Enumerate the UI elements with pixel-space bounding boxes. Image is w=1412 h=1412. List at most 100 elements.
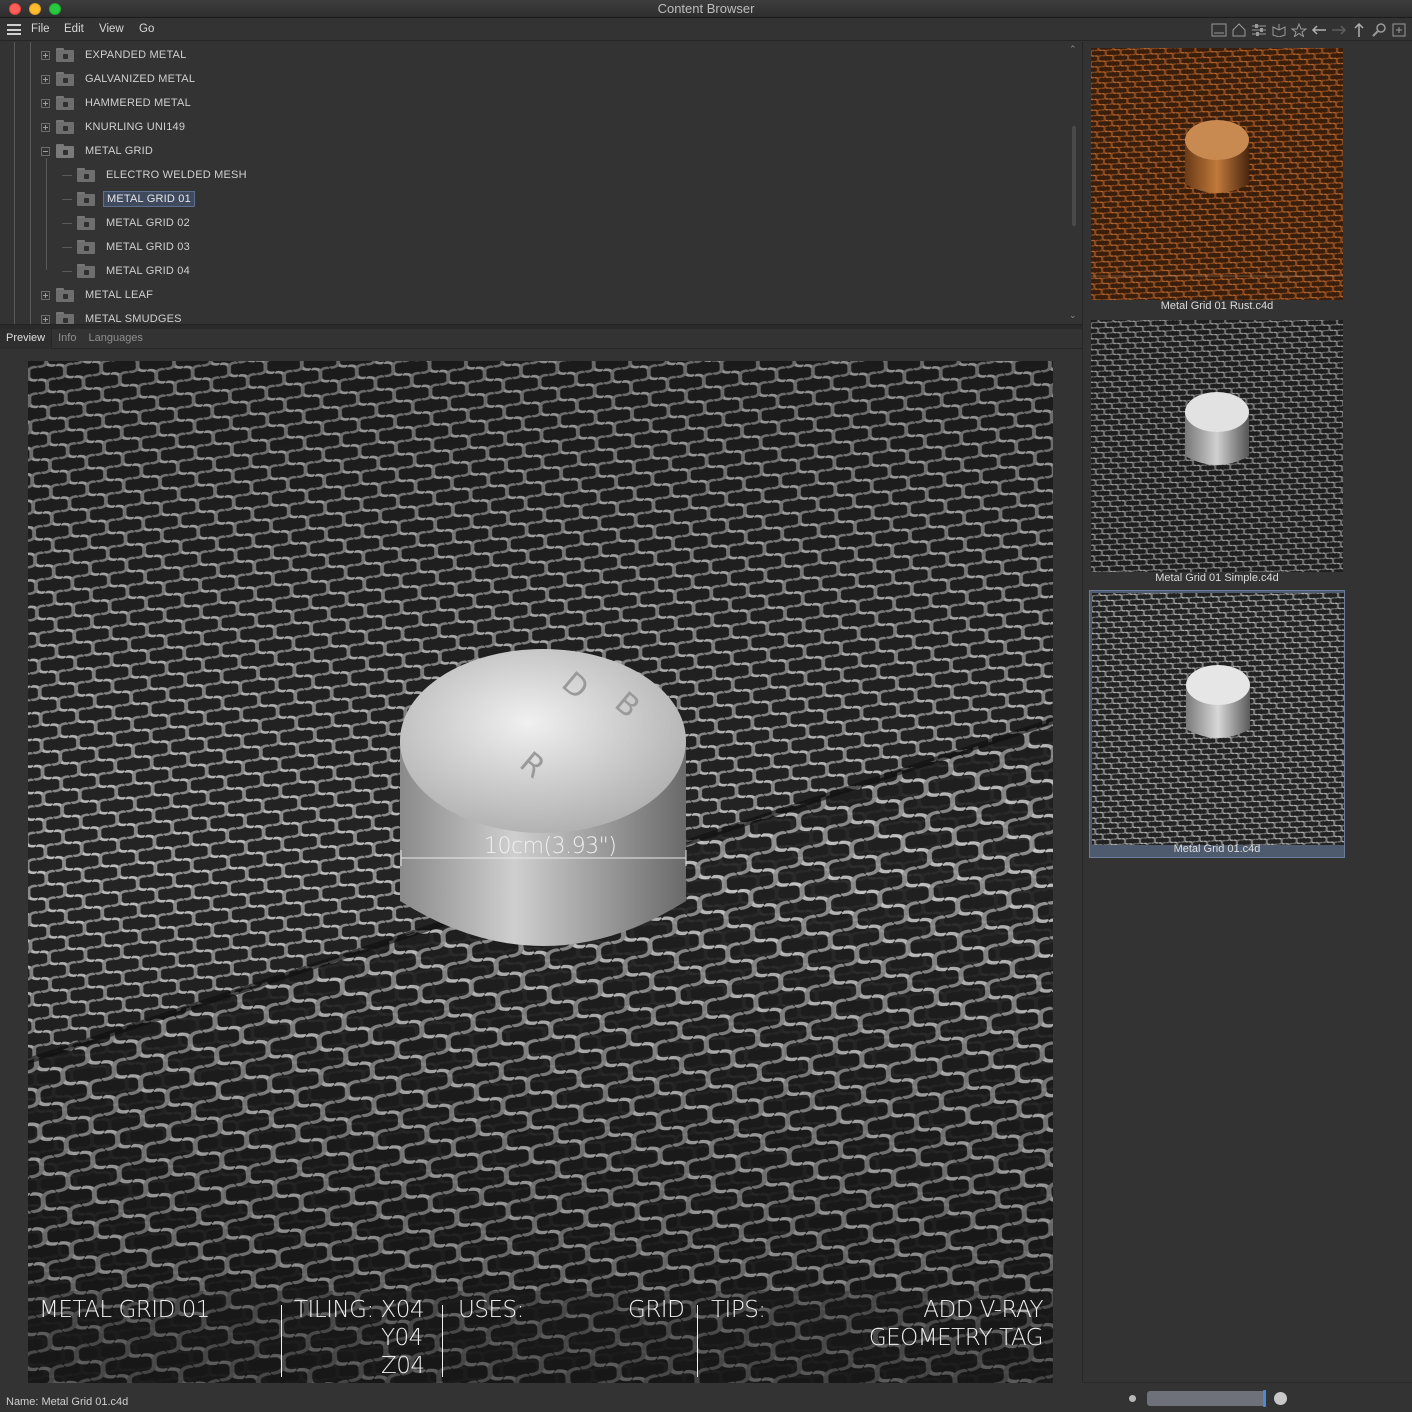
tree-item-label: HAMMERED METAL [85,97,191,109]
up-arrow-icon[interactable] [1350,21,1368,39]
zoom-slider[interactable] [1147,1391,1265,1406]
tree-item[interactable]: HAMMERED METAL [41,93,194,113]
tree-item-label: GALVANIZED METAL [85,73,196,85]
folder-icon [56,72,74,86]
folder-icon [56,312,74,324]
scroll-down-icon[interactable]: ⌄ [1069,310,1077,321]
thumbnail-item-selected[interactable]: Metal Grid 01.c4d [1089,590,1345,858]
caption-divider [697,1305,698,1377]
tree-branch [62,270,72,272]
tree-item-label: METAL SMUDGES [85,313,182,324]
tree-item-label: ELECTRO WELDED MESH [106,169,247,181]
tiling-x: TILING: X04 [294,1297,425,1323]
uses-value: GRID [628,1297,685,1323]
tab-info[interactable]: Info [52,329,82,349]
tree-branch [62,246,72,248]
menu-go[interactable]: Go [139,23,154,35]
layout-icon[interactable] [1210,21,1228,39]
tree-item[interactable]: KNURLING UNI149 [41,117,188,137]
zoom-in-icon[interactable] [1274,1392,1287,1405]
material-info-overlay: METAL GRID 01 TILING: X04 Y04 Z04 USES: … [28,1291,1053,1383]
status-name-line: Name: Metal Grid 01.c4d [0,1393,1082,1412]
uses-label: USES: [458,1297,524,1323]
tree-branch [62,222,72,224]
tree-scrollbar[interactable]: ⌃ ⌄ [1066,42,1082,324]
material-name: METAL GRID 01 [39,1297,210,1323]
metal-grid-thumb-render [1092,593,1344,845]
simple-grid-render [1091,320,1343,572]
tree-item-label: METAL GRID 02 [106,217,190,229]
search-icon[interactable] [1370,21,1388,39]
expand-icon[interactable] [41,122,50,132]
thumbnail-zoom-bar [1082,1382,1412,1412]
tree-item[interactable]: METAL GRID 02 [62,213,193,233]
hamburger-menu-icon[interactable] [7,24,21,35]
tree-item-label: METAL GRID [85,145,154,157]
menu-edit[interactable]: Edit [64,23,84,35]
tree-item-label: METAL GRID 04 [106,265,190,277]
zoom-out-icon[interactable] [1129,1395,1136,1402]
tree-guide-line [30,42,31,324]
tree-item-label: METAL LEAF [85,289,154,301]
tree-item-label: METAL GRID 03 [106,241,190,253]
folder-icon [77,192,95,206]
thumbnail-item[interactable]: Metal Grid 01 Simple.c4d [1089,318,1345,586]
expand-icon[interactable] [41,98,50,108]
library-icon[interactable] [1270,21,1288,39]
tree-item[interactable]: METAL SMUDGES [41,309,185,324]
scroll-thumb[interactable] [1072,126,1076,226]
tree-item-selected[interactable]: METAL GRID 01 [62,189,195,209]
title-bar: Content Browser [0,0,1412,18]
thumbnail-image [1091,320,1343,572]
rust-grid-render [1091,48,1343,300]
thumbnail-browser: Metal Grid 01 Rust.c4d Metal Grid 01 Sim… [1082,42,1412,1382]
tiling-y: Y04 [381,1325,423,1351]
tree-item[interactable]: METAL GRID 03 [62,237,193,257]
tiling-z: Z04 [381,1353,425,1379]
metal-grid-render: B D R [28,361,1053,1383]
expand-icon[interactable] [41,290,50,300]
folder-icon [56,120,74,134]
thumbnail-item[interactable]: Metal Grid 01 Rust.c4d [1089,46,1345,314]
tree-item[interactable]: METAL GRID [41,141,156,161]
tree-item[interactable]: GALVANIZED METAL [41,69,198,89]
expand-icon[interactable] [41,74,50,84]
menu-view[interactable]: View [99,23,124,35]
thumbnail-label: Metal Grid 01 Simple.c4d [1155,572,1279,584]
open-folder-icon [56,144,74,158]
star-icon[interactable] [1290,21,1308,39]
tree-item[interactable]: ELECTRO WELDED MESH [62,165,250,185]
forward-arrow-icon[interactable] [1330,21,1348,39]
home-icon[interactable] [1230,21,1248,39]
collapse-icon[interactable] [41,146,50,156]
expand-icon[interactable] [41,50,50,60]
preview-panel: B D R 10cm(3.93") METAL GRID 01 TILING: … [0,350,1082,1393]
thumbnail-image [1091,48,1343,300]
tree-item[interactable]: EXPANDED METAL [41,45,189,65]
tree-item-label: EXPANDED METAL [85,49,187,61]
caption-divider [281,1305,282,1377]
folder-icon [77,240,95,254]
folder-icon [77,264,95,278]
zoom-slider-handle[interactable] [1263,1390,1266,1407]
caption-divider [442,1305,443,1377]
folder-icon [56,288,74,302]
material-preview-image: B D R 10cm(3.93") METAL GRID 01 TILING: … [28,361,1053,1383]
window-title: Content Browser [657,1,755,16]
settings-sliders-icon[interactable] [1250,21,1268,39]
tree-guide-line [46,158,47,270]
folder-icon [77,216,95,230]
thumbnail-label: Metal Grid 01.c4d [1173,843,1261,855]
tree-item[interactable]: METAL LEAF [41,285,156,305]
scroll-up-icon[interactable]: ⌃ [1069,44,1077,55]
tree-item[interactable]: METAL GRID 04 [62,261,193,281]
expand-icon[interactable] [41,314,50,324]
menu-file[interactable]: File [31,23,50,35]
back-arrow-icon[interactable] [1310,21,1328,39]
tree-guide-line [14,42,15,324]
tab-preview[interactable]: Preview [0,329,53,349]
new-window-icon[interactable] [1390,21,1408,39]
tab-languages[interactable]: Languages [82,329,148,349]
folder-icon [56,48,74,62]
measurement-label: 10cm(3.93") [484,834,617,859]
